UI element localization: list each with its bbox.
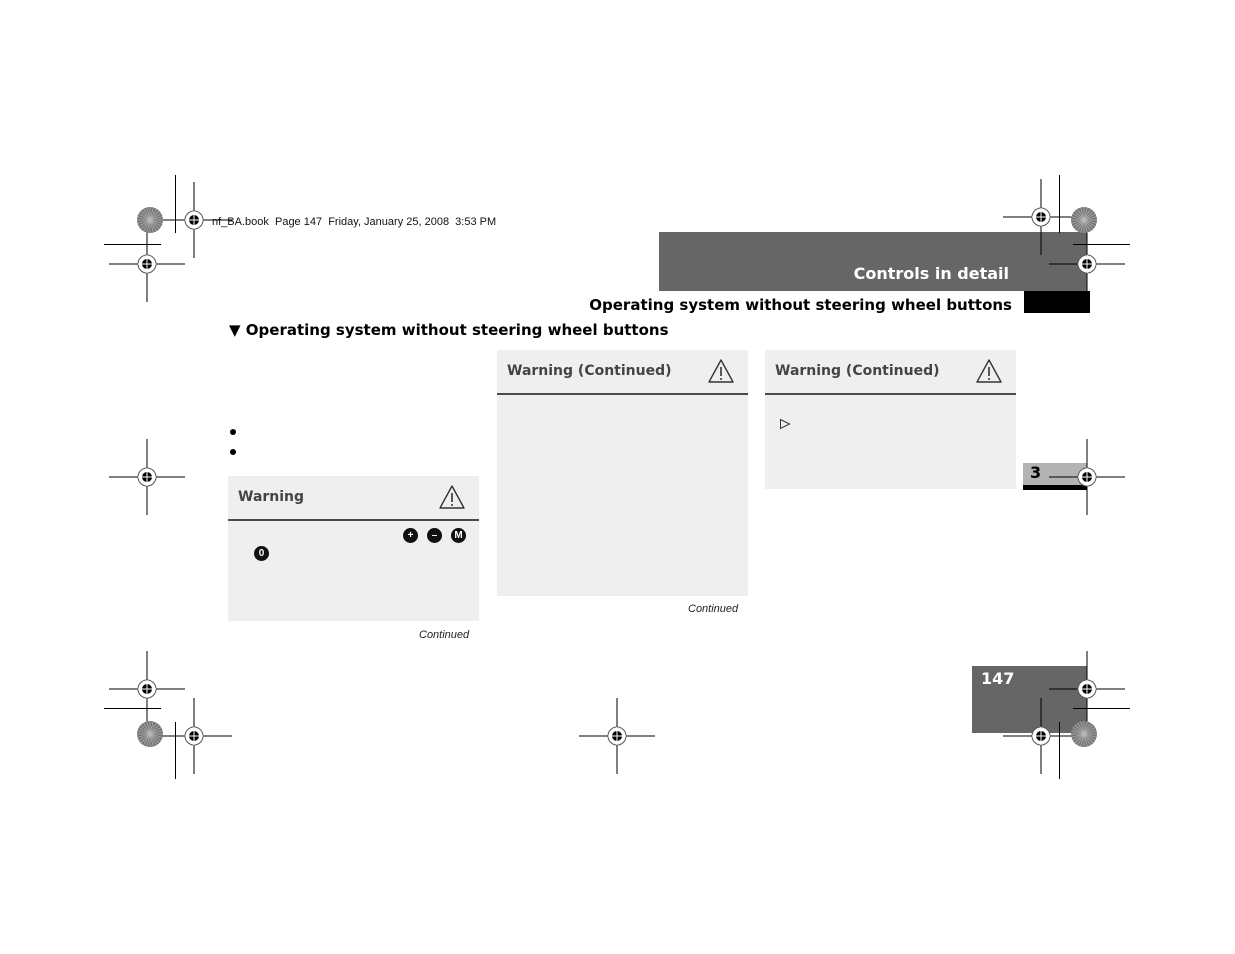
warning-box-header: Warning (Continued) [497,350,748,395]
star-target-icon [137,207,163,233]
minus-key-icon: – [427,528,442,543]
registration-mark-icon [109,226,185,302]
chapter-title: Controls in detail [853,264,1009,283]
star-target-icon [1071,721,1097,747]
plus-key-icon: + [403,528,418,543]
warning-box-title: Warning [238,489,305,505]
warning-triangle-icon [976,359,1002,383]
bullet-item [230,429,236,435]
print-slug: nf_BA.book Page 147 Friday, January 25, … [212,216,497,228]
bullet-item [230,449,236,455]
page-number: 147 [981,669,1015,688]
warning-box-continued: Warning (Continued) [765,350,1016,489]
step-triangle-icon [780,418,791,430]
content-heading: ▼ Operating system without steering whee… [229,321,669,339]
section-title: Operating system without steering wheel … [589,296,1012,314]
continued-note: Continued [419,629,470,641]
star-target-icon [137,721,163,747]
continued-note: Continued [688,603,739,615]
warning-box-header: Warning (Continued) [765,350,1016,395]
chapter-number: 3 [1030,463,1042,482]
registration-mark-icon [1003,698,1079,774]
registration-mark-icon [1049,439,1125,515]
registration-mark-icon [109,439,185,515]
warning-box-continued: Warning (Continued) [497,350,748,596]
warning-triangle-icon [708,359,734,383]
zero-key-icon: 0 [254,546,269,561]
warning-triangle-icon [439,485,465,509]
star-target-icon [1071,207,1097,233]
heading-text: Operating system without steering wheel … [245,321,669,339]
registration-mark-icon [1049,226,1125,302]
warning-box-title: Warning (Continued) [775,363,940,379]
warning-box-header: Warning [228,476,479,521]
registration-mark-icon [156,698,232,774]
heading-triangle-icon: ▼ [229,321,241,339]
registration-mark-icon [579,698,655,774]
warning-box: Warning + – M 0 [228,476,479,621]
warning-box-title: Warning (Continued) [507,363,672,379]
m-key-icon: M [451,528,466,543]
